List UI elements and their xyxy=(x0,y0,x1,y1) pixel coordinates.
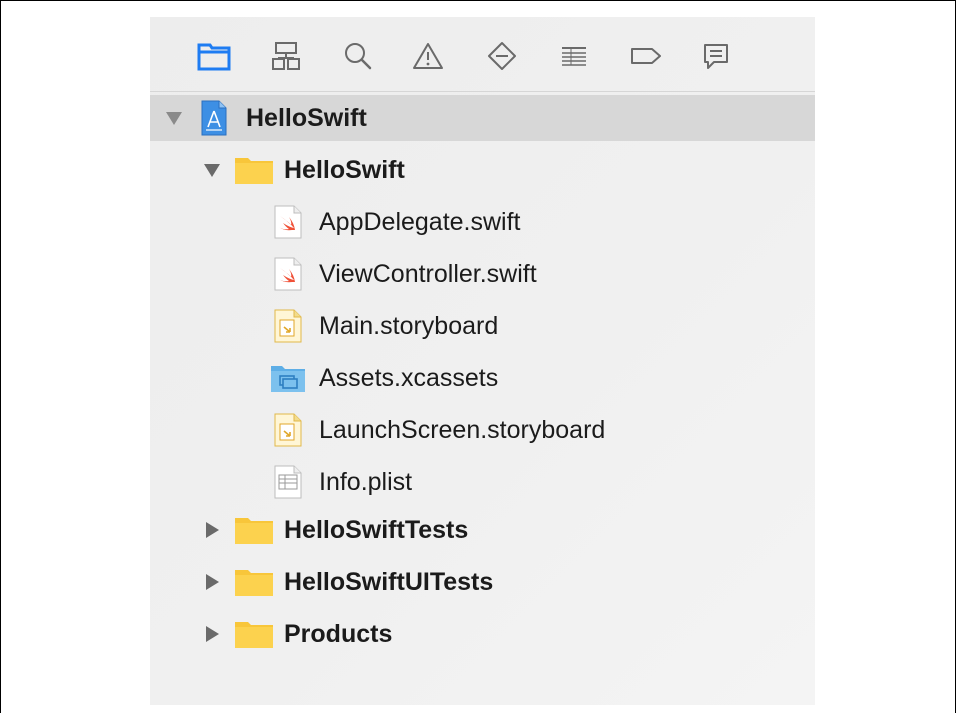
plist-file-icon xyxy=(274,465,302,499)
folder-icon xyxy=(234,567,274,597)
folder-icon xyxy=(234,515,274,545)
debug-navigator-icon[interactable] xyxy=(554,36,594,76)
group-label: HelloSwift xyxy=(284,155,405,184)
disclosure-triangle-down-icon[interactable] xyxy=(202,160,222,180)
disclosure-triangle-down-icon[interactable] xyxy=(164,108,184,128)
storyboard-file-icon xyxy=(274,413,302,447)
project-navigator-icon[interactable] xyxy=(194,36,234,76)
file-label: Main.storyboard xyxy=(319,311,499,340)
report-navigator-icon[interactable] xyxy=(696,36,736,76)
file-row[interactable]: ViewController.swift xyxy=(150,251,815,297)
group-label: HelloSwiftTests xyxy=(284,515,469,544)
file-row[interactable]: Main.storyboard xyxy=(150,303,815,349)
test-navigator-icon[interactable] xyxy=(482,36,522,76)
project-label: HelloSwift xyxy=(246,103,367,132)
file-label: Assets.xcassets xyxy=(319,363,499,392)
tree-row-group[interactable]: HelloSwiftUITests xyxy=(150,559,815,605)
swift-file-icon xyxy=(274,257,302,291)
group-label: Products xyxy=(284,619,393,648)
file-row[interactable]: LaunchScreen.storyboard xyxy=(150,407,815,453)
folder-icon xyxy=(234,619,274,649)
file-label: LaunchScreen.storyboard xyxy=(319,415,606,444)
tree-row-project[interactable]: HelloSwift xyxy=(150,95,815,141)
symbol-navigator-icon[interactable] xyxy=(266,36,306,76)
swift-file-icon xyxy=(274,205,302,239)
file-label: ViewController.swift xyxy=(319,259,537,288)
file-row[interactable]: AppDelegate.swift xyxy=(150,199,815,245)
project-navigator: HelloSwift HelloSwift AppDelegate.swift xyxy=(150,17,815,705)
tree-row-group[interactable]: HelloSwiftTests xyxy=(150,507,815,553)
file-row[interactable]: Assets.xcassets xyxy=(150,355,815,401)
navigator-toolbar xyxy=(150,17,815,92)
disclosure-triangle-right-icon[interactable] xyxy=(202,572,222,592)
folder-icon xyxy=(234,155,274,185)
asset-catalog-icon xyxy=(270,363,306,393)
file-row[interactable]: Info.plist xyxy=(150,459,815,505)
disclosure-triangle-right-icon[interactable] xyxy=(202,520,222,540)
xcode-project-icon xyxy=(201,100,227,136)
group-label: HelloSwiftUITests xyxy=(284,567,494,596)
breakpoint-navigator-icon[interactable] xyxy=(626,36,666,76)
file-label: Info.plist xyxy=(319,467,413,496)
issue-navigator-icon[interactable] xyxy=(408,36,448,76)
find-navigator-icon[interactable] xyxy=(338,36,378,76)
file-label: AppDelegate.swift xyxy=(319,207,521,236)
tree-row-group[interactable]: Products xyxy=(150,611,815,657)
tree-row-group[interactable]: HelloSwift xyxy=(150,147,815,193)
disclosure-triangle-right-icon[interactable] xyxy=(202,624,222,644)
storyboard-file-icon xyxy=(274,309,302,343)
